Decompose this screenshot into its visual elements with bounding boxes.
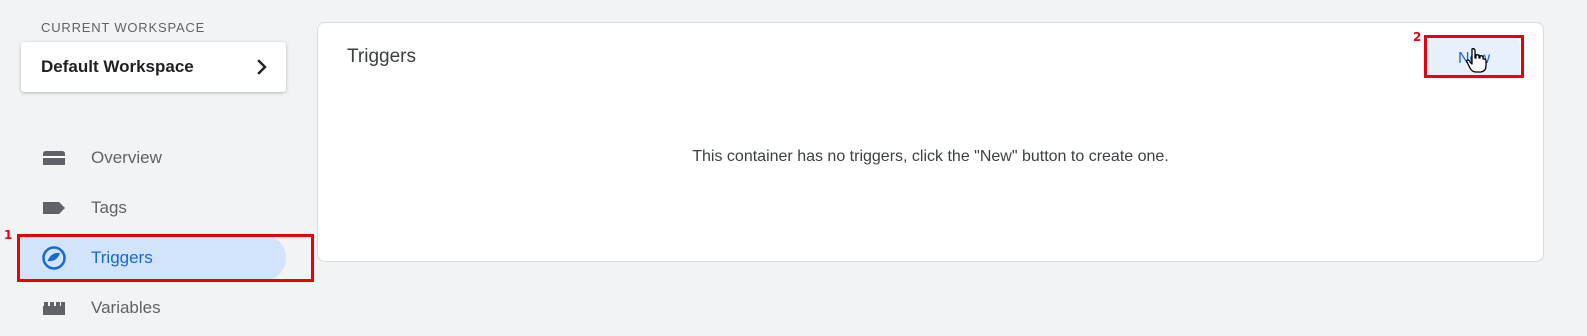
empty-state-message: This container has no triggers, click th… (692, 148, 1169, 165)
page-title: Triggers (347, 46, 416, 67)
annotation-number-1: 1 (4, 228, 13, 242)
folder-icon (41, 145, 67, 171)
current-workspace-label: CURRENT WORKSPACE (41, 20, 206, 35)
sidebar-item-label: Triggers (91, 248, 153, 267)
chevron-right-icon (256, 59, 268, 75)
workspace-name: Default Workspace (41, 57, 194, 76)
new-button[interactable]: New (1428, 39, 1520, 79)
triggers-icon (41, 245, 67, 271)
sidebar-item-label: Variables (91, 298, 161, 317)
sidebar-item-variables[interactable]: Variables (21, 285, 286, 331)
sidebar-item-overview[interactable]: Overview (21, 135, 286, 181)
tag-icon (41, 195, 67, 221)
variables-icon (41, 295, 67, 321)
workspace-selector[interactable]: Default Workspace (21, 42, 286, 92)
sidebar-item-triggers[interactable]: Triggers (21, 235, 286, 281)
sidebar-item-label: Tags (91, 198, 127, 217)
sidebar-item-label: Overview (91, 148, 162, 167)
sidebar-item-tags[interactable]: Tags (21, 185, 286, 231)
annotation-number-2: 2 (1413, 30, 1422, 44)
triggers-panel: Triggers New This container has no trigg… (317, 22, 1544, 262)
